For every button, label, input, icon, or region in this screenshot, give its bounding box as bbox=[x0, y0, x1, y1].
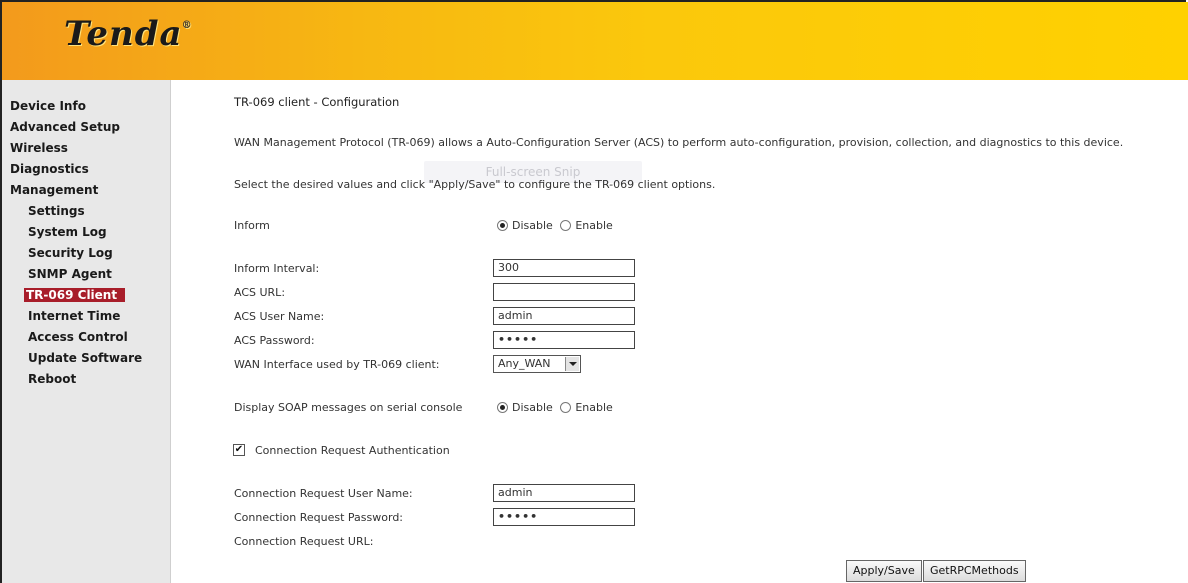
sidebar-item-tr069-client[interactable]: TR-069 Client bbox=[2, 285, 170, 306]
conn-password-row: Connection Request Password: ••••• bbox=[234, 508, 834, 528]
soap-disable-radio[interactable] bbox=[497, 401, 508, 413]
inform-row: Inform Disable Enable bbox=[234, 216, 834, 236]
acs-url-row: ACS URL: bbox=[234, 283, 834, 303]
sidebar-item-advanced-setup[interactable]: Advanced Setup bbox=[2, 117, 170, 138]
acs-password-row: ACS Password: ••••• bbox=[234, 331, 834, 351]
page-instruction: Select the desired values and click "App… bbox=[234, 178, 716, 191]
get-rpc-methods-button[interactable]: GetRPCMethods bbox=[923, 560, 1026, 582]
soap-enable-radio[interactable] bbox=[560, 401, 572, 413]
sidebar-item-wireless[interactable]: Wireless bbox=[2, 138, 170, 159]
inform-label: Inform bbox=[234, 219, 270, 232]
header-banner: Tenda ® bbox=[2, 2, 1188, 80]
acs-url-label: ACS URL: bbox=[234, 286, 286, 299]
inform-radio-group: Disable Enable bbox=[497, 216, 617, 236]
wan-interface-row: WAN Interface used by TR-069 client: Any… bbox=[234, 355, 834, 375]
sidebar-nav: Device Info Advanced Setup Wireless Diag… bbox=[2, 80, 170, 390]
sidebar-item-device-info[interactable]: Device Info bbox=[2, 96, 170, 117]
page-title: TR-069 client - Configuration bbox=[234, 95, 400, 109]
conn-url-row: Connection Request URL: bbox=[234, 532, 834, 552]
tenda-logo[interactable]: Tenda ® bbox=[64, 14, 192, 54]
inform-disable-radio[interactable] bbox=[497, 219, 508, 231]
soap-radio-group: Disable Enable bbox=[497, 398, 617, 418]
sidebar-item-access-control[interactable]: Access Control bbox=[2, 327, 170, 348]
inform-interval-row: Inform Interval: 300 bbox=[234, 259, 834, 279]
conn-user-label: Connection Request User Name: bbox=[234, 487, 413, 500]
soap-row: Display SOAP messages on serial console … bbox=[234, 398, 834, 418]
registered-mark: ® bbox=[181, 20, 193, 31]
sidebar-item-management[interactable]: Management bbox=[2, 180, 170, 201]
apply-save-button[interactable]: Apply/Save bbox=[846, 560, 922, 582]
conn-url-label: Connection Request URL: bbox=[234, 535, 374, 548]
chevron-down-icon[interactable] bbox=[565, 357, 579, 371]
soap-disable-label: Disable bbox=[512, 401, 553, 414]
wan-interface-select[interactable]: Any_WAN bbox=[493, 355, 581, 373]
conn-auth-row: ✔ Connection Request Authentication bbox=[230, 441, 830, 461]
wan-interface-value: Any_WAN bbox=[498, 357, 551, 370]
page-description: WAN Management Protocol (TR-069) allows … bbox=[234, 136, 1124, 149]
soap-enable-label: Enable bbox=[575, 401, 613, 414]
acs-password-label: ACS Password: bbox=[234, 334, 315, 347]
soap-label: Display SOAP messages on serial console bbox=[234, 401, 463, 414]
sidebar-item-settings[interactable]: Settings bbox=[2, 201, 170, 222]
acs-password-input[interactable]: ••••• bbox=[493, 331, 635, 349]
wan-interface-label: WAN Interface used by TR-069 client: bbox=[234, 358, 440, 371]
conn-password-input[interactable]: ••••• bbox=[493, 508, 635, 526]
sidebar-item-security-log[interactable]: Security Log bbox=[2, 243, 170, 264]
sidebar-item-snmp-agent[interactable]: SNMP Agent bbox=[2, 264, 170, 285]
acs-user-row: ACS User Name: admin bbox=[234, 307, 834, 327]
inform-disable-label: Disable bbox=[512, 219, 553, 232]
inform-enable-label: Enable bbox=[575, 219, 613, 232]
conn-auth-label: Connection Request Authentication bbox=[255, 444, 450, 457]
acs-user-input[interactable]: admin bbox=[493, 307, 635, 325]
acs-user-label: ACS User Name: bbox=[234, 310, 325, 323]
sidebar-item-reboot[interactable]: Reboot bbox=[2, 369, 170, 390]
acs-url-input[interactable] bbox=[493, 283, 635, 301]
conn-user-input[interactable]: admin bbox=[493, 484, 635, 502]
sidebar-item-diagnostics[interactable]: Diagnostics bbox=[2, 159, 170, 180]
sidebar-item-internet-time[interactable]: Internet Time bbox=[2, 306, 170, 327]
conn-auth-checkbox[interactable]: ✔ bbox=[233, 444, 245, 456]
conn-password-label: Connection Request Password: bbox=[234, 511, 404, 524]
inform-enable-radio[interactable] bbox=[560, 219, 572, 231]
conn-user-row: Connection Request User Name: admin bbox=[234, 484, 834, 504]
inform-interval-label: Inform Interval: bbox=[234, 262, 320, 275]
sidebar-item-system-log[interactable]: System Log bbox=[2, 222, 170, 243]
sidebar-item-update-software[interactable]: Update Software bbox=[2, 348, 170, 369]
sidebar: Device Info Advanced Setup Wireless Diag… bbox=[2, 80, 171, 583]
inform-interval-input[interactable]: 300 bbox=[493, 259, 635, 277]
